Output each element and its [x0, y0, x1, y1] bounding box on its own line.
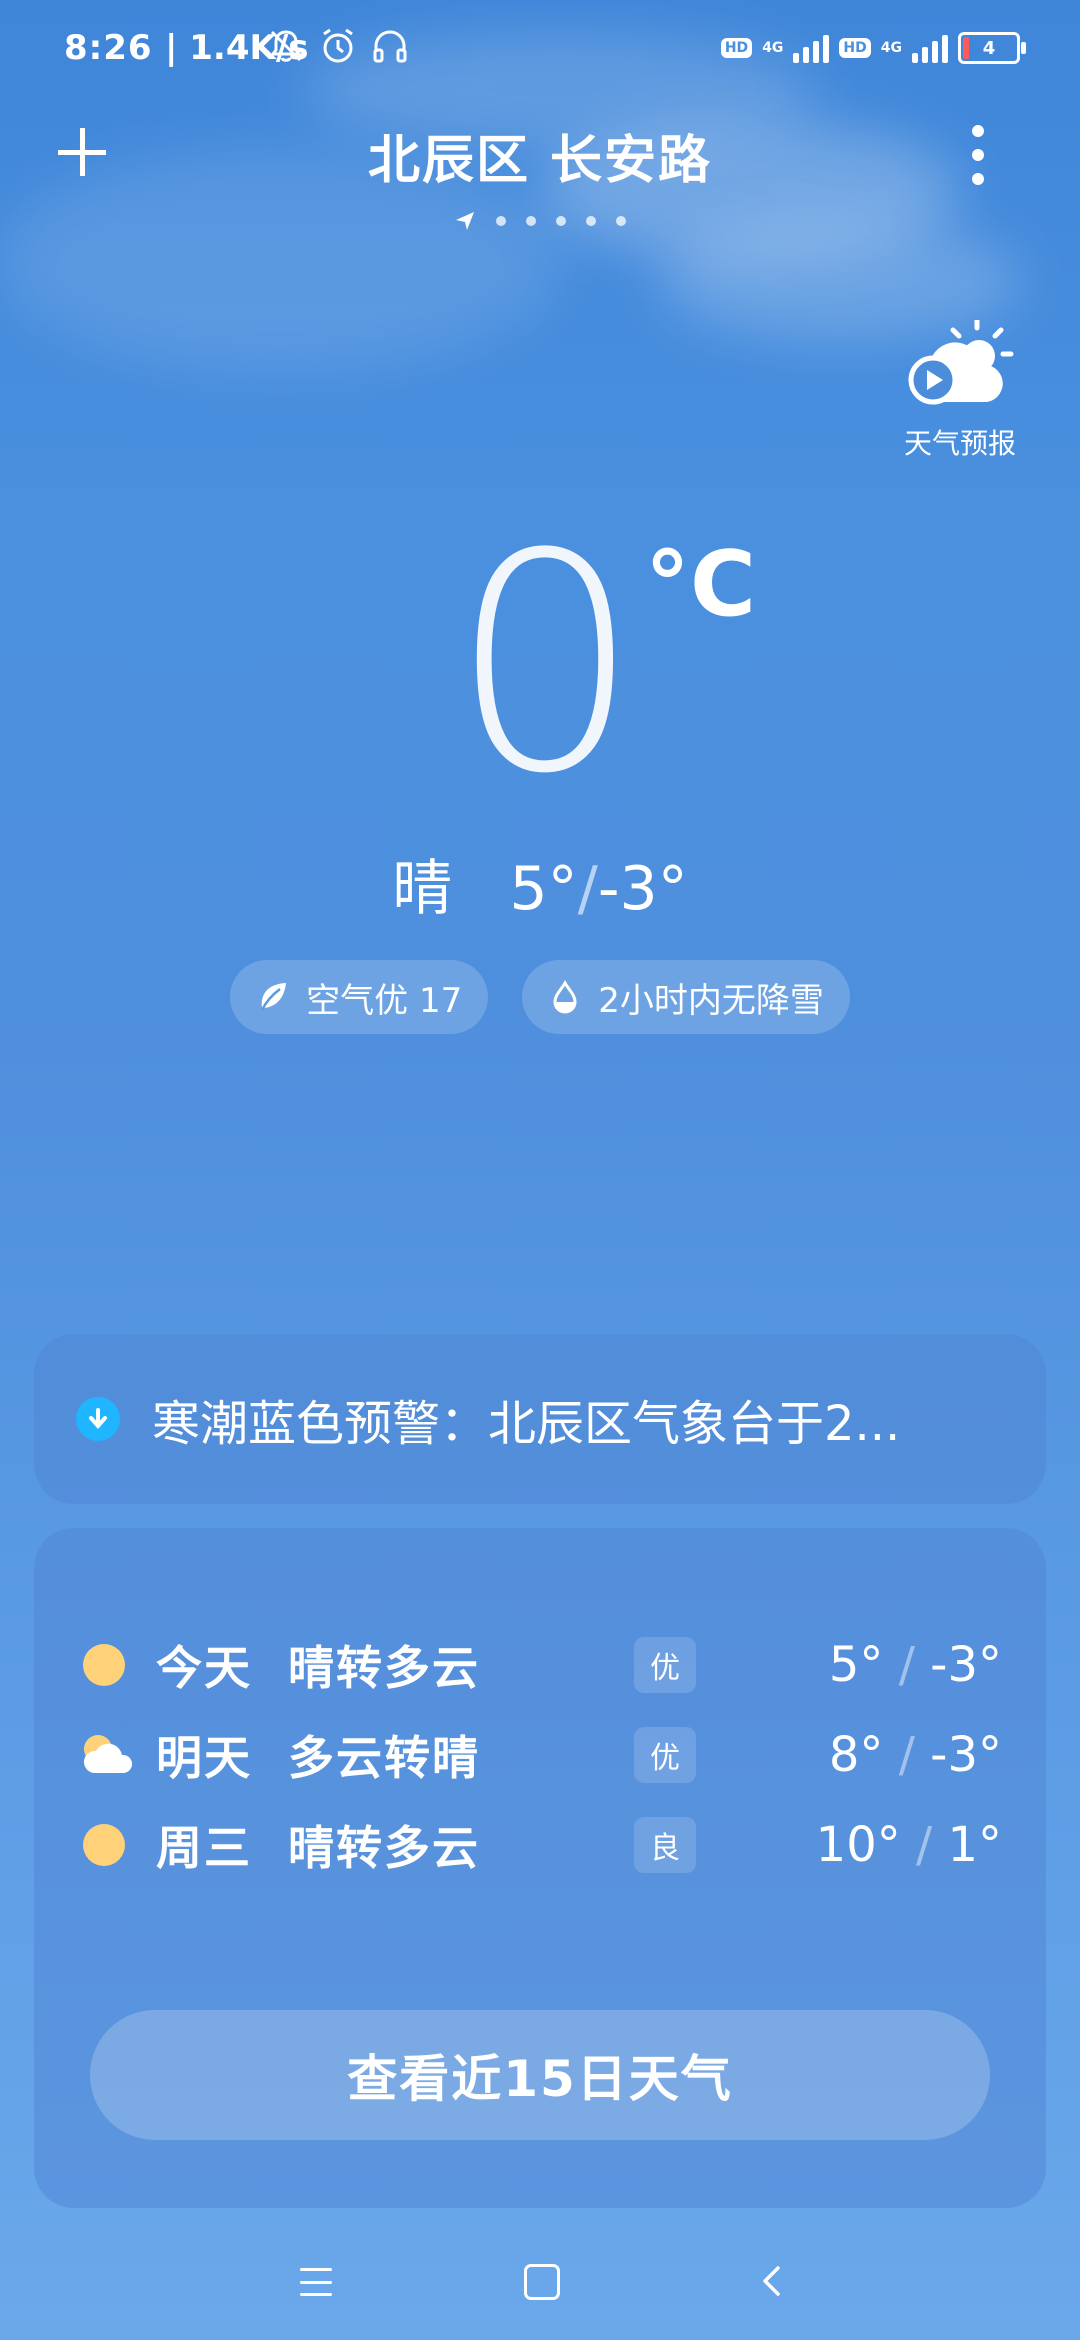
view-15-day-forecast-button[interactable]: 查看近15日天气 — [90, 2010, 990, 2140]
back-button[interactable] — [756, 2264, 790, 2298]
status-time: 8:26 — [64, 28, 153, 68]
page-dot — [586, 216, 596, 226]
precipitation-chip[interactable]: 2小时内无降雪 — [522, 960, 850, 1034]
hd-badge: HD — [720, 38, 753, 58]
air-quality-text: 空气优 17 — [306, 980, 463, 1021]
network-type: 4G — [880, 40, 902, 56]
forecast-row[interactable]: 明天 多云转晴 优 8° / -3° — [34, 1710, 1046, 1800]
forecast-row[interactable]: 今天 晴转多云 优 5° / -3° — [34, 1620, 1046, 1710]
aqi-badge: 良 — [634, 1817, 696, 1873]
play-cloud-icon — [908, 317, 1014, 405]
network-type: 4G — [762, 40, 784, 56]
recent-apps-button[interactable] — [300, 2268, 332, 2296]
home-button[interactable] — [524, 2264, 560, 2300]
aqi-badge: 优 — [634, 1637, 696, 1693]
condition-text: 晴 — [392, 854, 453, 924]
alarm-icon — [323, 28, 353, 63]
location-title: 北辰区 长安路 — [367, 131, 713, 191]
alert-text: 寒潮蓝色预警：北辰区气象台于2... — [152, 1396, 901, 1452]
status-bar: 8:26 | 1.4K/s HD 4G HD 4G 4 — [0, 0, 1080, 100]
hd-badge: HD — [839, 38, 871, 58]
signal-icon — [912, 33, 948, 63]
system-nav-bar — [0, 2230, 1080, 2340]
weather-forecast-label: 天气预报 — [903, 427, 1016, 460]
forecast-card: 今天 晴转多云 优 5° / -3° 明天 多云转晴 优 8° / -3° 周三… — [34, 1528, 1046, 2208]
page-dot — [616, 216, 626, 226]
info-chips: 空气优 17 2小时内无降雪 — [0, 960, 1080, 1034]
page-dot — [556, 216, 566, 226]
today-low: -3° — [597, 854, 688, 924]
battery-level: 4 — [982, 37, 996, 59]
status-right-icons: HD 4G HD 4G 4 — [720, 28, 1026, 68]
water-drop-icon — [553, 980, 577, 1014]
forecast-row[interactable]: 周三 晴转多云 良 10° / 1° — [34, 1800, 1046, 1890]
forecast-temp: 8° / -3° — [828, 1727, 1002, 1783]
cloud-sun-icon — [83, 1735, 133, 1773]
page-indicator — [0, 210, 1080, 232]
today-high: 5° — [509, 854, 578, 924]
forecast-day: 今天 晴转多云 — [156, 1641, 481, 1695]
forecast-temp: 5° / -3° — [828, 1637, 1002, 1693]
precipitation-text: 2小时内无降雪 — [598, 980, 824, 1021]
aqi-badge: 优 — [634, 1727, 696, 1783]
weather-alert-card[interactable]: 寒潮蓝色预警：北辰区气象台于2... — [34, 1334, 1046, 1504]
weather-forecast-video-button[interactable]: 天气预报 — [890, 317, 1030, 460]
forecast-day: 明天 多云转晴 — [156, 1731, 481, 1785]
temp-separator: / — [577, 854, 598, 924]
sun-icon — [83, 1644, 125, 1686]
page-dot — [496, 216, 506, 226]
temperature-unit: °C — [645, 532, 757, 637]
mute-bell-icon — [270, 30, 302, 62]
headphones-icon — [373, 30, 407, 63]
forecast-temp: 10° / 1° — [815, 1817, 1002, 1873]
air-quality-chip[interactable]: 空气优 17 — [230, 960, 489, 1034]
current-temperature: 0 — [450, 490, 641, 839]
more-menu-button[interactable] — [968, 125, 988, 185]
leaf-icon — [261, 983, 287, 1011]
signal-icon — [793, 33, 830, 63]
alert-down-arrow-icon — [76, 1397, 120, 1441]
page-dot — [526, 216, 536, 226]
forecast-day: 周三 晴转多云 — [156, 1821, 481, 1875]
sun-icon — [83, 1824, 125, 1866]
battery-icon: 4 — [958, 32, 1026, 64]
location-arrow-icon — [456, 212, 474, 230]
current-condition: 晴 5°/-3° — [0, 840, 1080, 927]
